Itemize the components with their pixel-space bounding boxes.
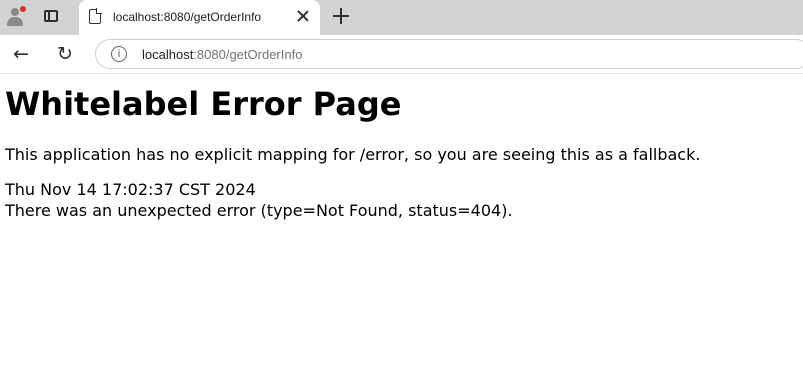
browser-toolbar: ← ↻ i localhost:8080/getOrderInfo <box>0 35 803 74</box>
close-icon[interactable] <box>295 8 311 24</box>
profile-body <box>7 17 23 26</box>
profile-notification-dot <box>20 6 26 12</box>
url-path: :8080/getOrderInfo <box>193 47 303 62</box>
tab-actions-icon[interactable] <box>44 10 58 22</box>
error-details: Thu Nov 14 17:02:37 CST 2024 There was a… <box>5 179 795 221</box>
page-title: Whitelabel Error Page <box>5 85 402 123</box>
profile-icon[interactable] <box>5 6 27 28</box>
page-icon <box>89 8 102 24</box>
reload-icon[interactable]: ↻ <box>54 43 76 65</box>
error-page: Whitelabel Error Page This application h… <box>5 84 795 221</box>
profile-head <box>11 8 19 16</box>
tab-strip: localhost:8080/getOrderInfo <box>0 0 803 35</box>
back-icon[interactable]: ← <box>10 43 32 65</box>
error-status: There was an unexpected error (type=Not … <box>5 201 513 220</box>
error-timestamp: Thu Nov 14 17:02:37 CST 2024 <box>5 180 256 199</box>
address-bar[interactable]: i localhost:8080/getOrderInfo <box>95 39 803 69</box>
tab-title: localhost:8080/getOrderInfo <box>113 10 262 24</box>
fallback-message: This application has no explicit mapping… <box>5 145 701 164</box>
active-tab[interactable]: localhost:8080/getOrderInfo <box>79 0 320 35</box>
site-info-icon[interactable]: i <box>111 46 127 62</box>
url-host: localhost <box>142 47 194 62</box>
url-text[interactable]: localhost:8080/getOrderInfo <box>142 47 302 62</box>
new-tab-icon[interactable] <box>333 8 349 24</box>
